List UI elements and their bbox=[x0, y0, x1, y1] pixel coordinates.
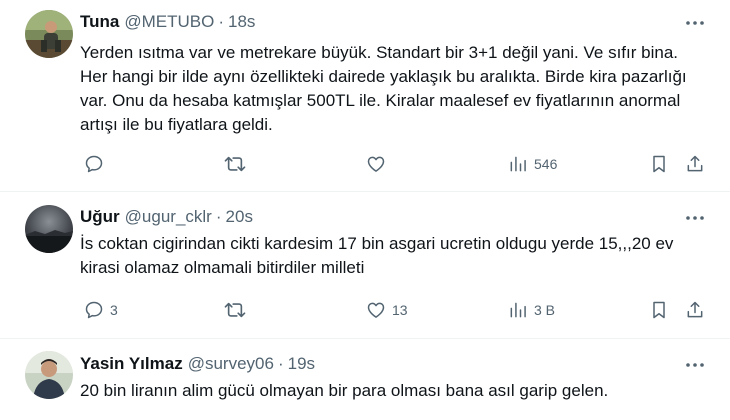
retweet-icon bbox=[224, 300, 246, 320]
timestamp[interactable]: 18s bbox=[228, 11, 255, 33]
tweet-header: Yasin Yılmaz @survey06 · 19s bbox=[80, 339, 730, 375]
user-handle[interactable]: @survey06 bbox=[188, 353, 274, 375]
tweet[interactable]: Yasin Yılmaz @survey06 · 19s 20 bin lira… bbox=[0, 339, 730, 420]
retweet-button[interactable] bbox=[224, 150, 252, 178]
heart-icon bbox=[366, 300, 386, 320]
tweet-header: Uğur @ugur_cklr · 20s bbox=[80, 192, 730, 228]
retweet-icon bbox=[224, 154, 246, 174]
reply-button[interactable]: 3 bbox=[84, 296, 118, 324]
share-icon bbox=[685, 154, 705, 174]
separator-dot: · bbox=[277, 354, 284, 373]
reply-icon bbox=[84, 300, 104, 320]
timestamp[interactable]: 19s bbox=[288, 353, 315, 375]
timestamp[interactable]: 20s bbox=[226, 206, 253, 228]
views-bar-chart-icon bbox=[508, 154, 528, 174]
display-name[interactable]: Tuna bbox=[80, 11, 119, 33]
tweet-text: İs coktan cigirindan cikti kardesim 17 b… bbox=[80, 234, 674, 277]
avatar[interactable] bbox=[25, 351, 73, 399]
action-bar: 546 bbox=[80, 150, 730, 178]
more-dots-icon[interactable] bbox=[684, 13, 706, 33]
views-button[interactable]: 546 bbox=[508, 150, 557, 178]
retweet-button[interactable] bbox=[224, 296, 252, 324]
bookmark-icon bbox=[650, 154, 668, 174]
user-handle[interactable]: @METUBO bbox=[124, 11, 214, 33]
views-count: 3 B bbox=[534, 302, 556, 318]
share-button[interactable] bbox=[685, 150, 705, 178]
more-dots-icon[interactable] bbox=[684, 355, 706, 375]
separator-dot: · bbox=[215, 207, 222, 226]
tweet-text: 20 bin liranın alim gücü olmayan bir par… bbox=[80, 381, 609, 400]
like-count: 13 bbox=[392, 302, 408, 318]
views-count: 546 bbox=[534, 156, 558, 172]
avatar[interactable] bbox=[25, 10, 73, 58]
views-button[interactable]: 3 B bbox=[508, 296, 555, 324]
action-bar: 3 13 3 B bbox=[80, 296, 730, 324]
bookmark-button[interactable] bbox=[650, 296, 668, 324]
reply-count: 3 bbox=[110, 302, 118, 318]
separator-dot: · bbox=[218, 12, 225, 31]
share-icon bbox=[685, 300, 705, 320]
avatar[interactable] bbox=[25, 205, 73, 253]
display-name[interactable]: Yasin Yılmaz bbox=[80, 353, 183, 375]
more-dots-icon[interactable] bbox=[684, 208, 706, 228]
like-button[interactable] bbox=[366, 150, 392, 178]
views-bar-chart-icon bbox=[508, 300, 528, 320]
display-name[interactable]: Uğur bbox=[80, 206, 120, 228]
heart-icon bbox=[366, 154, 386, 174]
share-button[interactable] bbox=[685, 296, 705, 324]
like-button[interactable]: 13 bbox=[366, 296, 408, 324]
tweet[interactable]: Uğur @ugur_cklr · 20s İs coktan cigirind… bbox=[0, 192, 730, 339]
reply-button[interactable] bbox=[84, 150, 110, 178]
reply-icon bbox=[84, 154, 104, 174]
tweet-text: Yerden ısıtma var ve metrekare büyük. St… bbox=[80, 43, 687, 134]
user-handle[interactable]: @ugur_cklr bbox=[125, 206, 212, 228]
tweet[interactable]: Tuna @METUBO · 18s Yerden ısıtma var ve … bbox=[0, 0, 730, 192]
bookmark-button[interactable] bbox=[650, 150, 668, 178]
bookmark-icon bbox=[650, 300, 668, 320]
tweet-header: Tuna @METUBO · 18s bbox=[80, 0, 730, 33]
